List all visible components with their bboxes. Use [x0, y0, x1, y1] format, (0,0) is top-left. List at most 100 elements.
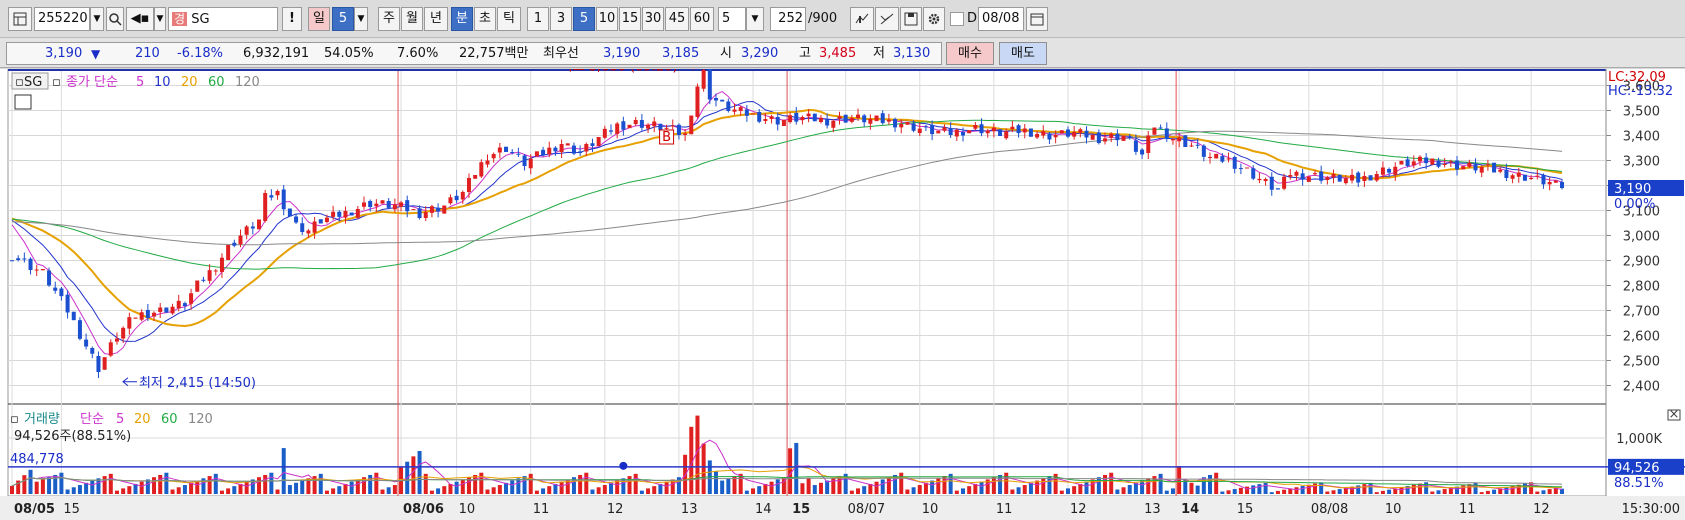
- period-day[interactable]: 일: [308, 7, 330, 31]
- save-icon[interactable]: [900, 7, 922, 31]
- volume-bar: [1485, 490, 1490, 494]
- volume-bar: [1319, 482, 1324, 494]
- volume-bar: [108, 473, 113, 494]
- time-tick-label: 15: [63, 502, 80, 517]
- minute-30[interactable]: 30: [642, 7, 664, 31]
- quote-summary: 3,190 ▼ 210 -6.18% 6,932,191 54.05% 7.60…: [6, 42, 942, 65]
- calendar-icon[interactable]: [1026, 7, 1048, 31]
- volume-bar: [1238, 487, 1243, 494]
- volume-bar: [1368, 482, 1373, 494]
- time-tick-label: 12: [1070, 502, 1087, 517]
- date-input[interactable]: 08/08: [978, 7, 1024, 31]
- period-week[interactable]: 주: [378, 7, 400, 31]
- sell-button[interactable]: 매도: [999, 42, 1047, 65]
- interval-dropdown-icon[interactable]: ▼: [746, 7, 764, 31]
- trendline-icon[interactable]: [875, 7, 899, 31]
- minute-1[interactable]: 1: [527, 7, 549, 31]
- buy-button[interactable]: 매수: [946, 42, 994, 65]
- minute-5[interactable]: 5: [573, 7, 595, 31]
- candle-body: [1356, 172, 1361, 183]
- day-count-select[interactable]: 5: [332, 7, 354, 31]
- time-tick-label: 08/06: [403, 502, 444, 517]
- candle-body: [1485, 164, 1490, 166]
- minute-45[interactable]: 45: [665, 7, 689, 31]
- indicator-icon[interactable]: [850, 7, 874, 31]
- volume-bar: [380, 489, 385, 494]
- candle-body: [1035, 134, 1040, 138]
- time-axis-panel: [0, 496, 1685, 520]
- volume-bar: [1072, 486, 1077, 494]
- volume-bar: [318, 473, 323, 494]
- day-count-dropdown-icon[interactable]: ▼: [354, 7, 368, 31]
- volume-bar: [479, 472, 484, 494]
- volume-tick-label: 1,000K: [1616, 432, 1662, 447]
- chart-canvas[interactable]: 3,6003,5003,4003,3003,2003,1003,0002,900…: [0, 69, 1685, 520]
- candle-body: [1547, 182, 1552, 185]
- candle-body: [1337, 174, 1342, 182]
- candle-body: [324, 217, 329, 222]
- hc-label: HC:-13.32: [1608, 84, 1673, 99]
- candle-body: [707, 69, 712, 100]
- candle-body: [1436, 160, 1441, 167]
- volume-bar: [701, 443, 706, 494]
- volume-bar: [899, 472, 904, 494]
- minute-3[interactable]: 3: [550, 7, 572, 31]
- candle-body: [1072, 132, 1077, 137]
- volume-bar: [1103, 474, 1108, 494]
- candle-body: [788, 115, 793, 123]
- settings-gear-icon[interactable]: [923, 7, 945, 31]
- stock-code-input[interactable]: 255220: [34, 7, 90, 31]
- alert-icon[interactable]: !: [282, 7, 302, 31]
- candle-body: [565, 143, 570, 146]
- minute-60[interactable]: 60: [690, 7, 714, 31]
- volume-bar: [757, 486, 762, 494]
- candle-body: [1473, 164, 1478, 171]
- volume-bar: [856, 488, 861, 494]
- history-dropdown-icon[interactable]: ▼: [154, 7, 166, 31]
- volume-bar: [22, 475, 27, 494]
- layout-icon[interactable]: [8, 7, 32, 31]
- last-change-label: 0.00%: [1614, 197, 1655, 212]
- candle-body: [250, 226, 255, 229]
- time-tick-label: 11: [1459, 502, 1476, 517]
- volume-bar: [504, 482, 509, 494]
- search-icon[interactable]: [106, 7, 124, 31]
- stock-name-field[interactable]: 경 SG: [168, 7, 278, 31]
- prev-next-icon[interactable]: ◀▪: [126, 7, 154, 31]
- period-minute[interactable]: 분: [451, 7, 473, 31]
- volume-bar: [800, 483, 805, 494]
- volume-bar: [1245, 486, 1250, 494]
- minute-15[interactable]: 15: [619, 7, 641, 31]
- candle-body: [948, 128, 953, 135]
- volume-bar: [584, 472, 589, 494]
- candle-body: [775, 117, 780, 125]
- volume-bar: [991, 477, 996, 494]
- price-tick-label: 3,500: [1623, 105, 1660, 120]
- candle-body: [615, 123, 620, 134]
- volume-bar: [84, 482, 89, 494]
- volume-bar: [1041, 478, 1046, 494]
- volume-bar: [590, 489, 595, 494]
- candle-body: [318, 219, 323, 224]
- volume-bar: [541, 488, 546, 494]
- period-second[interactable]: 초: [474, 7, 496, 31]
- volume-bar: [114, 490, 119, 494]
- minute-10[interactable]: 10: [596, 7, 618, 31]
- volume-bar: [1282, 489, 1287, 494]
- data-count-input[interactable]: 252: [770, 7, 806, 31]
- candle-body: [905, 121, 910, 125]
- volume-bar: [1189, 482, 1194, 494]
- volume-bar: [1226, 490, 1231, 494]
- candle-body: [1177, 137, 1182, 142]
- candle-body: [1535, 175, 1540, 177]
- period-tick[interactable]: 틱: [497, 7, 521, 31]
- volume-marker-icon: [619, 461, 628, 470]
- code-dropdown-icon[interactable]: ▼: [90, 7, 104, 31]
- volume-bar: [164, 472, 169, 494]
- period-year[interactable]: 년: [424, 7, 448, 31]
- max-annotation: 최고 3,680 (09:20): [561, 69, 678, 75]
- date-checkbox[interactable]: [950, 12, 964, 26]
- volume-bar: [182, 485, 187, 494]
- period-month[interactable]: 월: [401, 7, 423, 31]
- interval-select[interactable]: 5: [718, 7, 746, 31]
